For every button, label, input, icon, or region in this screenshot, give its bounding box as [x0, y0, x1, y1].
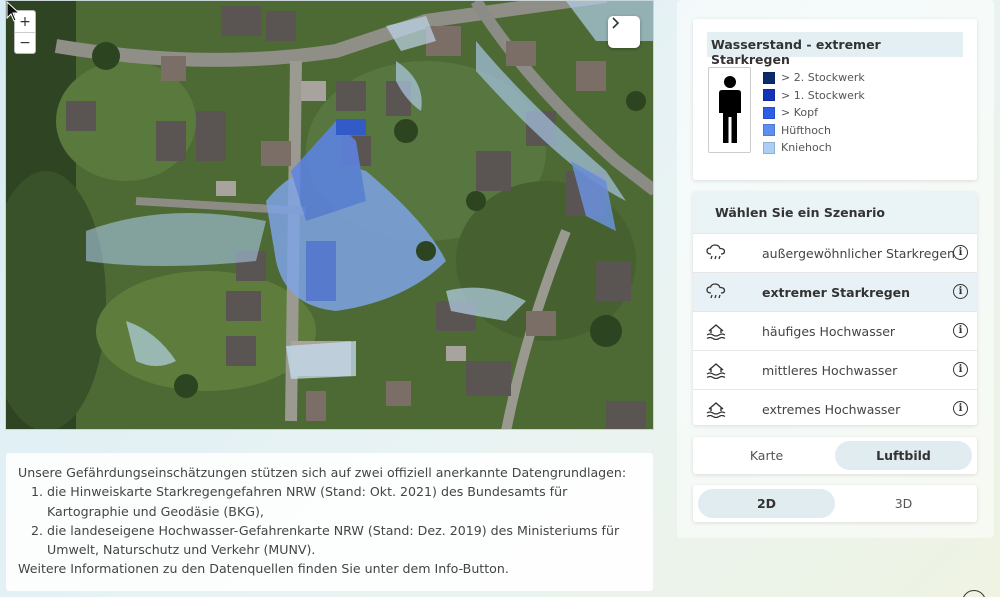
- info-icon[interactable]: i: [953, 401, 968, 416]
- legend-item-hip: Hüfthoch: [763, 122, 865, 140]
- legend-item-head: > Kopf: [763, 104, 865, 122]
- view-option-2d[interactable]: 2D: [698, 489, 835, 518]
- legend-item-2nd-floor: > 2. Stockwerk: [763, 69, 865, 87]
- scenario-header: Wählen Sie ein Szenario: [693, 192, 977, 233]
- legend-item-knee: Kniehoch: [763, 139, 865, 157]
- scenario-item[interactable]: extremes Hochwasser i: [693, 389, 977, 425]
- scenario-label: häufiges Hochwasser: [762, 323, 896, 339]
- basemap-option-luftbild[interactable]: Luftbild: [835, 441, 972, 470]
- legend-swatch: [763, 106, 775, 119]
- scenario-label: außergewöhnlicher Starkregen: [762, 245, 955, 261]
- map-view[interactable]: + −: [5, 0, 654, 430]
- info-item-munv: die landeseigene Hochwasser-Gefahrenkart…: [47, 521, 641, 560]
- data-sources-info: Unsere Gefährdungseinschätzungen stützen…: [6, 453, 653, 591]
- view-mode-toggle: 2D 3D: [693, 485, 977, 522]
- scenario-item[interactable]: häufiges Hochwasser i: [693, 311, 977, 350]
- aerial-image: [6, 1, 653, 429]
- flood-house-icon: [706, 361, 726, 382]
- flood-house-icon: [706, 363, 726, 380]
- zoom-out-button[interactable]: −: [15, 32, 35, 53]
- legend-title: Wasserstand - extremer Starkregen: [707, 32, 963, 67]
- legend-swatch: [763, 71, 775, 84]
- view-option-3d[interactable]: 3D: [835, 489, 972, 518]
- legend-swatch: [763, 89, 775, 102]
- info-icon[interactable]: i: [953, 245, 968, 260]
- legend-item-1st-floor: > 1. Stockwerk: [763, 87, 865, 105]
- rain-cloud-icon: [706, 283, 726, 304]
- flood-house-icon: [706, 400, 726, 421]
- help-button[interactable]: [962, 590, 986, 597]
- info-icon[interactable]: i: [953, 284, 968, 299]
- info-list: die Hinweiskarte Starkregengefahren NRW …: [35, 482, 641, 559]
- scenario-label: extremes Hochwasser: [762, 401, 901, 417]
- legend-swatch: [763, 141, 775, 154]
- info-item-bkg: die Hinweiskarte Starkregengefahren NRW …: [47, 482, 641, 521]
- side-panel: Wasserstand - extremer Starkregen > 2. S…: [677, 0, 994, 538]
- scenario-card: Wählen Sie ein Szenario außergewöhnliche…: [693, 192, 977, 425]
- info-outro: Weitere Informationen zu den Datenquelle…: [18, 561, 509, 577]
- chevron-right-icon: [612, 17, 620, 29]
- legend-card: Wasserstand - extremer Starkregen > 2. S…: [693, 19, 977, 180]
- flood-house-icon: [706, 402, 726, 419]
- scenario-item[interactable]: außergewöhnlicher Starkregen i: [693, 233, 977, 272]
- scenario-label: mittleres Hochwasser: [762, 362, 898, 378]
- legend-list: > 2. Stockwerk > 1. Stockwerk > Kopf Hüf…: [763, 69, 865, 157]
- legend-swatch: [763, 124, 775, 137]
- person-scale-box: [708, 67, 751, 153]
- rain-cloud-icon: [706, 244, 726, 265]
- info-icon[interactable]: i: [953, 362, 968, 377]
- info-intro: Unsere Gefährdungseinschätzungen stützen…: [18, 465, 627, 480]
- scenario-item[interactable]: mittleres Hochwasser i: [693, 350, 977, 389]
- person-icon: [718, 76, 741, 143]
- scenario-label: extremer Starkregen: [762, 284, 911, 300]
- mouse-cursor-icon: [6, 1, 21, 22]
- scenario-item[interactable]: extremer Starkregen i: [693, 272, 977, 311]
- basemap-option-karte[interactable]: Karte: [698, 441, 835, 470]
- rain-cloud-icon: [706, 283, 726, 299]
- rain-cloud-icon: [706, 244, 726, 260]
- flood-house-icon: [706, 324, 726, 341]
- expand-panel-button[interactable]: [608, 16, 640, 48]
- info-icon[interactable]: i: [953, 323, 968, 338]
- basemap-toggle: Karte Luftbild: [693, 437, 977, 474]
- flood-house-icon: [706, 322, 726, 343]
